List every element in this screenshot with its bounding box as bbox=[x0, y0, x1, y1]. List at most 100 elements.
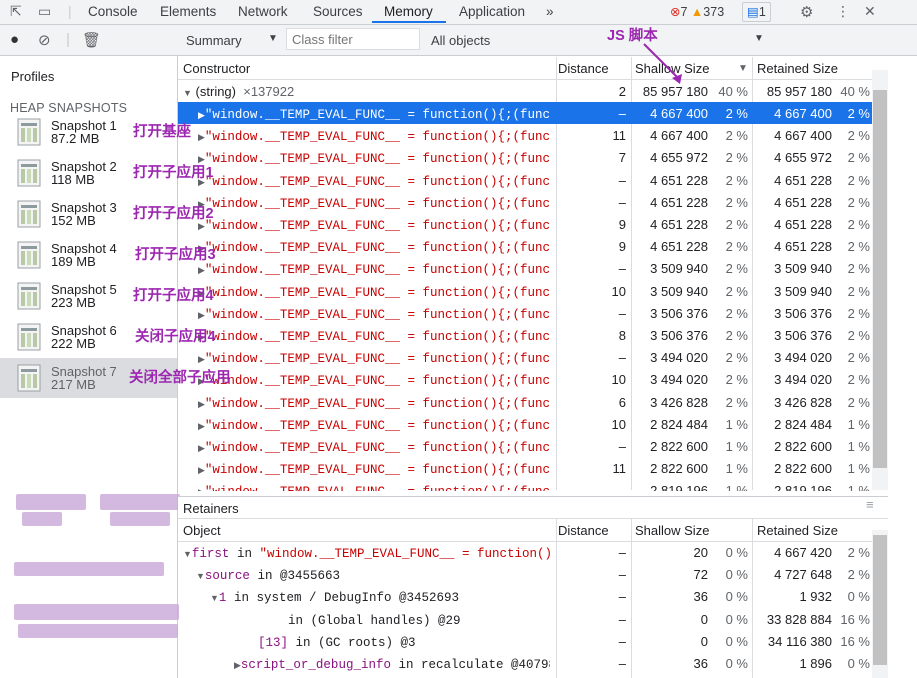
table-row[interactable]: ▶"window.__TEMP_EVAL_FUNC__ = function()… bbox=[178, 280, 872, 302]
table-row[interactable]: ▶"window.__TEMP_EVAL_FUNC__ = function()… bbox=[178, 324, 872, 346]
table-row[interactable]: ▶"window.__TEMP_EVAL_FUNC__ = function()… bbox=[178, 124, 872, 146]
col-retained-size[interactable]: Retained Size bbox=[757, 61, 838, 76]
table-row[interactable]: ▶"window.__TEMP_EVAL_FUNC__ = function()… bbox=[178, 257, 872, 279]
group-retained: 85 957 180 bbox=[766, 84, 832, 99]
constructor-cell: ▶"window.__TEMP_EVAL_FUNC__ = function()… bbox=[198, 196, 550, 211]
shallow-pct-cell: 1 % bbox=[725, 461, 748, 477]
device-toolbar-icon[interactable]: ▭ bbox=[38, 3, 51, 20]
tab-elements[interactable]: Elements bbox=[160, 4, 216, 19]
distance-cell: – bbox=[618, 545, 626, 560]
expand-triangle-icon: ▶ bbox=[198, 443, 205, 453]
trash-icon[interactable]: 🗑 bbox=[82, 31, 101, 49]
tab-memory[interactable]: Memory bbox=[384, 4, 433, 19]
distance-cell: – bbox=[618, 567, 626, 583]
distance-cell: 9 bbox=[618, 239, 626, 255]
shallow-size-cell: 0 bbox=[700, 611, 708, 627]
table-row[interactable]: ▶"window.__TEMP_EVAL_FUNC__ = function()… bbox=[178, 368, 872, 390]
retained-pct-cell: 2 % bbox=[847, 305, 870, 321]
retained-pct-cell: 2 % bbox=[847, 194, 870, 210]
col-retained-size[interactable]: Retained Size bbox=[757, 523, 838, 538]
sort-desc-icon: ▼ bbox=[738, 63, 748, 74]
table-row[interactable]: ▶"window.__TEMP_EVAL_FUNC__ = function()… bbox=[178, 146, 872, 168]
grid-scrollbar-thumb[interactable] bbox=[873, 90, 887, 468]
retainer-row[interactable]: ▼1 in system / DebugInfo @3452693 – 36 0 % 1… bbox=[178, 585, 872, 607]
distance-cell: 10 bbox=[611, 416, 626, 432]
retainer-row[interactable]: ▼first in "window.__TEMP_EVAL_FUNC__ = f… bbox=[178, 541, 872, 563]
group-row-string[interactable]: ▼ (string) ×137922 2 85 957 180 40 % 85 … bbox=[178, 80, 872, 102]
retained-pct-cell: 2 % bbox=[847, 217, 870, 232]
table-row[interactable]: ▶"window.__TEMP_EVAL_FUNC__ = function()… bbox=[178, 302, 872, 324]
view-select[interactable]: Summary bbox=[186, 33, 242, 48]
record-icon[interactable]: ● bbox=[10, 31, 19, 48]
tab-application[interactable]: Application bbox=[459, 4, 525, 19]
distance-cell: 6 bbox=[618, 394, 626, 410]
close-icon[interactable]: ✕ bbox=[864, 3, 876, 20]
drag-handle-icon[interactable]: ≡ bbox=[866, 497, 874, 512]
retainers-scrollbar-thumb[interactable] bbox=[873, 535, 887, 665]
group-shallow-pct: 40 % bbox=[718, 84, 748, 99]
col-distance[interactable]: Distance bbox=[558, 61, 609, 76]
shallow-size-cell: 72 bbox=[693, 567, 708, 583]
table-row[interactable]: ▶"window.__TEMP_EVAL_FUNC__ = function()… bbox=[178, 391, 872, 413]
clear-icon[interactable]: ⊘ bbox=[38, 31, 51, 49]
table-row[interactable]: ▶"window.__TEMP_EVAL_FUNC__ = function()… bbox=[178, 435, 872, 457]
retainer-row[interactable]: ▶script_or_debug_info in recalculate @40… bbox=[178, 652, 872, 674]
memory-toolbar: ● ⊘ | 🗑 Summary ▼ All objects ▼ bbox=[0, 25, 917, 56]
expand-triangle-icon: ▶ bbox=[198, 132, 205, 143]
constructor-cell: ▶"window.__TEMP_EVAL_FUNC__ = function()… bbox=[198, 418, 550, 433]
shallow-size-cell: 4 651 228 bbox=[650, 194, 708, 210]
tab-console[interactable]: Console bbox=[88, 4, 138, 19]
snapshot-size: 87.2 MB bbox=[51, 131, 100, 146]
inspect-element-icon[interactable]: ⇱ bbox=[10, 3, 22, 20]
table-row[interactable]: ▶"window.__TEMP_EVAL_FUNC__ = function()… bbox=[178, 102, 872, 124]
retainer-object-cell: ▼first in "window.__TEMP_EVAL_FUNC__ = f… bbox=[183, 547, 550, 561]
retained-pct-cell: 1 % bbox=[847, 439, 870, 454]
table-row[interactable]: ▶"window.__TEMP_EVAL_FUNC__ = function()… bbox=[178, 346, 872, 368]
col-distance[interactable]: Distance bbox=[558, 523, 609, 538]
table-row[interactable]: ▶"window.__TEMP_EVAL_FUNC__ = function()… bbox=[178, 479, 872, 491]
tab-sources[interactable]: Sources bbox=[313, 4, 363, 19]
table-row[interactable]: ▶"window.__TEMP_EVAL_FUNC__ = function()… bbox=[178, 235, 872, 257]
col-object[interactable]: Object bbox=[183, 523, 221, 538]
retainer-row[interactable]: [13] in (GC roots) @3 – 0 0 % 34 116 380 16 % bbox=[178, 630, 872, 652]
col-constructor[interactable]: Constructor bbox=[183, 61, 250, 76]
expand-triangle-icon: ▶ bbox=[198, 487, 205, 491]
shallow-pct-cell: 2 % bbox=[725, 128, 748, 144]
constructor-cell: ▶"window.__TEMP_EVAL_FUNC__ = function()… bbox=[198, 374, 550, 389]
redacted-area bbox=[14, 562, 164, 576]
more-menu-icon[interactable]: ⋮ bbox=[836, 3, 850, 20]
distance-cell: – bbox=[618, 194, 626, 210]
snapshot-size: 223 MB bbox=[51, 295, 96, 310]
constructor-cell: ▶"window.__TEMP_EVAL_FUNC__ = function()… bbox=[198, 241, 550, 256]
table-row[interactable]: ▶"window.__TEMP_EVAL_FUNC__ = function()… bbox=[178, 413, 872, 435]
expand-triangle-icon: ▼ bbox=[210, 593, 219, 604]
shallow-pct-cell: 0 % bbox=[725, 589, 748, 605]
table-row[interactable]: ▶"window.__TEMP_EVAL_FUNC__ = function()… bbox=[178, 213, 872, 235]
gear-icon[interactable]: ⚙ bbox=[800, 3, 813, 21]
tab-network[interactable]: Network bbox=[238, 4, 288, 19]
table-row[interactable]: ▶"window.__TEMP_EVAL_FUNC__ = function()… bbox=[178, 169, 872, 191]
issues-counter[interactable]: ⊗7 ▲373 bbox=[670, 4, 724, 19]
table-row[interactable]: ▶"window.__TEMP_EVAL_FUNC__ = function()… bbox=[178, 457, 872, 479]
retainer-object-cell: [13] in (GC roots) @3 bbox=[258, 635, 416, 650]
distance-cell: 9 bbox=[618, 217, 626, 232]
expand-triangle-icon: ▼ bbox=[183, 88, 192, 98]
messages-badge[interactable]: ▤1 bbox=[742, 2, 771, 22]
class-filter-input[interactable] bbox=[286, 28, 420, 50]
table-row[interactable]: ▶"window.__TEMP_EVAL_FUNC__ = function()… bbox=[178, 191, 872, 213]
error-icon: ⊗ bbox=[670, 5, 681, 19]
retained-pct-cell: 2 % bbox=[847, 128, 870, 144]
retainer-row[interactable]: ▼source in @3455663 – 72 0 % 4 727 648 2 % bbox=[178, 563, 872, 585]
chevron-down-icon: ▼ bbox=[268, 33, 278, 44]
more-tabs-button[interactable]: » bbox=[546, 4, 554, 19]
shallow-pct-cell: 2 % bbox=[725, 394, 748, 410]
annotation-snapshot-note: 打开子应用1 bbox=[133, 165, 214, 181]
retainer-row[interactable]: in (Global handles) @29 – 0 0 % 33 828 884 16… bbox=[178, 608, 872, 630]
retained-size-cell: 4 651 228 bbox=[774, 239, 832, 255]
col-shallow-size[interactable]: Shallow Size bbox=[635, 523, 709, 538]
shallow-pct-cell: 2 % bbox=[725, 106, 748, 121]
shallow-size-cell: 4 651 228 bbox=[650, 239, 708, 255]
heap-snapshot-icon bbox=[17, 364, 41, 392]
retainer-object-cell: ▶script_or_debug_info in recalculate @40… bbox=[234, 658, 550, 672]
objects-select[interactable]: All objects bbox=[431, 33, 490, 48]
